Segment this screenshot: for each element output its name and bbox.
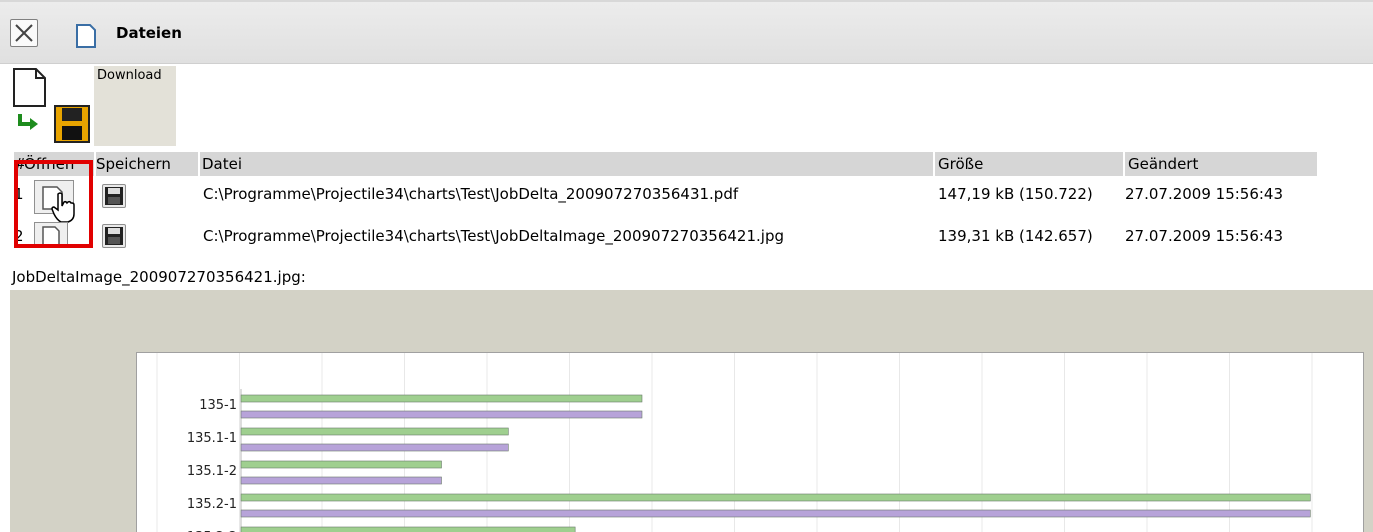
bar-135-1-series-1 bbox=[240, 394, 643, 403]
chart-frame: 135-1135.1-1135.1-2135.2-1135.2-2 bbox=[136, 352, 1364, 532]
highlight-box bbox=[14, 160, 93, 248]
window-titlebar: Dateien bbox=[0, 0, 1373, 64]
window-title: Dateien bbox=[116, 24, 182, 42]
row-1-size: 147,19 kB (150.722) bbox=[938, 185, 1093, 203]
close-icon bbox=[15, 24, 33, 42]
bar-135-1-series-2 bbox=[240, 410, 643, 419]
floppy-disk-icon bbox=[105, 187, 123, 205]
close-button[interactable] bbox=[10, 19, 38, 47]
row-2-file[interactable]: C:\Programme\Projectile34\charts\Test\Jo… bbox=[203, 225, 784, 247]
bar-135.2-1-series-2 bbox=[240, 509, 1311, 518]
row-1-file[interactable]: C:\Programme\Projectile34\charts\Test\Jo… bbox=[203, 183, 738, 205]
download-label: Download bbox=[97, 68, 162, 83]
save-button-row-1[interactable] bbox=[102, 184, 126, 208]
category-label: 135.1-1 bbox=[187, 431, 237, 446]
header-size[interactable]: Größe bbox=[935, 152, 1123, 176]
row-1-changed: 27.07.2009 15:56:43 bbox=[1125, 185, 1284, 203]
preview-caption: JobDeltaImage_200907270356421.jpg: bbox=[12, 268, 306, 286]
bar-135.1-2-series-2 bbox=[240, 476, 442, 485]
row-2-changed: 27.07.2009 15:56:43 bbox=[1125, 227, 1284, 245]
header-changed[interactable]: Geändert bbox=[1125, 152, 1317, 176]
category-label: 135.2-1 bbox=[187, 497, 237, 512]
bar-135.2-1-series-1 bbox=[240, 493, 1311, 502]
header-file[interactable]: Datei bbox=[200, 152, 933, 176]
bar-135.2-2-series-1 bbox=[240, 526, 576, 532]
floppy-disk-icon bbox=[105, 227, 123, 245]
open-save-icon[interactable] bbox=[12, 68, 92, 148]
bar-chart: 135-1135.1-1135.1-2135.2-1135.2-2 bbox=[156, 353, 1313, 532]
bar-135.1-1-series-2 bbox=[240, 443, 509, 452]
category-label: 135-1 bbox=[199, 398, 237, 413]
image-preview: 135-1135.1-1135.1-2135.2-1135.2-2 bbox=[10, 290, 1373, 532]
document-icon bbox=[76, 24, 96, 48]
category-label: 135.1-2 bbox=[187, 464, 237, 479]
header-save[interactable]: Speichern bbox=[96, 152, 198, 176]
row-2-size: 139,31 kB (142.657) bbox=[938, 227, 1093, 245]
save-button-row-2[interactable] bbox=[102, 224, 126, 248]
bar-135.1-2-series-1 bbox=[240, 460, 442, 469]
bar-135.1-1-series-1 bbox=[240, 427, 509, 436]
download-button[interactable]: Download bbox=[94, 66, 176, 146]
